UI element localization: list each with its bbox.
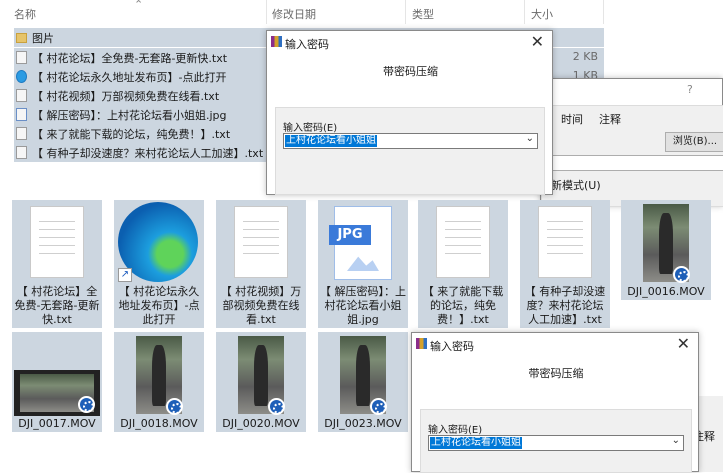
edge-shortcut-icon xyxy=(16,70,27,83)
column-divider[interactable] xyxy=(266,0,267,24)
media-player-icon xyxy=(166,398,183,415)
jpg-badge: JPG xyxy=(329,225,371,245)
format-select[interactable] xyxy=(541,155,723,171)
tab-comment[interactable]: 注释 xyxy=(599,111,621,127)
list-item-label: 【 村花视频】万部视频免费在线看.txt xyxy=(32,90,220,103)
video-tile[interactable]: DJI_0023.MOV xyxy=(318,332,408,432)
text-file-icon xyxy=(234,206,288,278)
winrar-icon xyxy=(271,36,282,47)
folder-icon xyxy=(16,33,27,43)
password-label: 输入密码(E) xyxy=(428,425,483,436)
list-item-label: 【 解压密码】：上村花论坛看小姐姐.jpg xyxy=(32,109,227,122)
password-input[interactable]: 上村花论坛看小姐姐 ⌄ xyxy=(428,435,684,451)
dialog-title: 输入密码 xyxy=(430,340,474,353)
tile-label: 【 有种子却没速度？来村花论坛人工加速】.txt xyxy=(524,285,606,326)
new-mode-checkbox-label[interactable]: 新模式(U) xyxy=(551,177,601,193)
list-item-label: 【 村花论坛】全免费-无套路-更新快.txt xyxy=(32,52,228,65)
media-player-icon xyxy=(268,398,285,415)
column-divider[interactable] xyxy=(524,0,525,24)
file-tile[interactable]: 【 村花论坛】全免费-无套路-更新快.txt xyxy=(12,200,102,328)
tile-label: DJI_0020.MOV xyxy=(222,417,300,430)
close-icon[interactable]: ✕ xyxy=(531,32,544,51)
tile-label: 【 村花视频】万部视频免费在线看.txt xyxy=(220,285,302,326)
password-value: 上村花论坛看小姐姐 xyxy=(285,135,377,147)
list-item-label: 【 村花论坛永久地址发布页】-点此打开 xyxy=(32,71,227,84)
tile-label: DJI_0016.MOV xyxy=(627,285,705,298)
media-player-icon xyxy=(673,266,690,283)
column-date[interactable]: 修改日期 xyxy=(272,6,316,22)
winrar-icon xyxy=(416,338,427,349)
tile-label: 【 解压密码】：上村花论坛看小姐姐.jpg xyxy=(320,285,406,326)
password-dialog: 输入密码 ✕ 带密码压缩 输入密码(E) 上村花论坛看小姐姐 ⌄ xyxy=(411,332,699,473)
password-dialog: 输入密码 ✕ 带密码压缩 输入密码(E) 上村花论坛看小姐姐 ⌄ xyxy=(266,30,553,195)
tile-label: DJI_0017.MOV xyxy=(18,417,96,430)
tile-label: DJI_0023.MOV xyxy=(324,417,402,430)
image-file-icon: JPG xyxy=(329,206,392,280)
file-tile[interactable]: 【 来了就能下载的论坛，纯免费！】.txt xyxy=(418,200,508,328)
media-player-icon xyxy=(78,396,95,413)
archive-settings-window: ? 时间 注释 浏览(B)... 新模式(U) xyxy=(540,78,723,207)
text-file-icon xyxy=(16,51,27,64)
image-file-icon xyxy=(16,108,27,121)
browse-button[interactable]: 浏览(B)... xyxy=(665,132,723,152)
password-input[interactable]: 上村花论坛看小姐姐 ⌄ xyxy=(283,133,538,149)
close-icon[interactable]: ✕ xyxy=(677,334,690,353)
text-file-icon xyxy=(30,206,84,278)
file-tile[interactable]: 【 有种子却没速度？来村花论坛人工加速】.txt xyxy=(520,200,610,328)
video-tile[interactable]: DJI_0016.MOV xyxy=(621,200,711,300)
sort-up-icon: ⌃ xyxy=(134,0,144,11)
list-item-label: 【 来了就能下载的论坛，纯免费！】.txt xyxy=(32,128,231,141)
column-divider[interactable] xyxy=(405,0,406,24)
chevron-down-icon[interactable]: ⌄ xyxy=(672,435,680,446)
chevron-down-icon[interactable]: ⌄ xyxy=(526,133,534,144)
text-file-icon xyxy=(16,146,27,159)
video-tile[interactable]: DJI_0018.MOV xyxy=(114,332,204,432)
tile-label: 【 来了就能下载的论坛，纯免费！】.txt xyxy=(422,285,504,326)
help-icon[interactable]: ? xyxy=(687,83,693,96)
file-tile[interactable]: ↗ 【 村花论坛永久地址发布页】-点此打开 xyxy=(114,200,204,328)
video-tile[interactable]: DJI_0017.MOV xyxy=(12,332,102,432)
tab-time[interactable]: 时间 xyxy=(561,111,583,127)
dialog-heading: 带密码压缩 xyxy=(383,65,438,78)
shortcut-arrow-icon: ↗ xyxy=(118,268,132,282)
column-divider[interactable] xyxy=(603,0,604,24)
text-file-icon xyxy=(16,89,27,102)
column-size[interactable]: 大小 xyxy=(531,6,553,22)
list-item-label: 图片 xyxy=(32,32,54,45)
list-item-size: 2 KB xyxy=(572,50,598,63)
dialog-heading: 带密码压缩 xyxy=(528,367,584,380)
tile-label: DJI_0018.MOV xyxy=(120,417,198,430)
password-value: 上村花论坛看小姐姐 xyxy=(430,437,522,449)
tile-label: 【 村花论坛永久地址发布页】-点此打开 xyxy=(118,285,200,326)
text-file-icon xyxy=(436,206,490,278)
media-player-icon xyxy=(370,398,387,415)
password-label: 输入密码(E) xyxy=(283,123,338,134)
file-tile[interactable]: 【 村花视频】万部视频免费在线看.txt xyxy=(216,200,306,328)
list-item-label: 【 有种子却没速度？来村花论坛人工加速】.txt xyxy=(32,147,264,160)
text-file-icon xyxy=(16,127,27,140)
column-type[interactable]: 类型 xyxy=(412,6,434,22)
file-tile[interactable]: JPG 【 解压密码】：上村花论坛看小姐姐.jpg xyxy=(318,200,408,328)
dialog-title: 输入密码 xyxy=(285,38,329,51)
text-file-icon xyxy=(538,206,592,278)
landscape-icon xyxy=(347,256,379,271)
column-name[interactable]: 名称 xyxy=(14,6,36,22)
tile-label: 【 村花论坛】全免费-无套路-更新快.txt xyxy=(14,285,100,326)
column-header-bar: 名称 ⌃ 修改日期 类型 大小 xyxy=(0,0,723,26)
video-tile[interactable]: DJI_0020.MOV xyxy=(216,332,306,432)
